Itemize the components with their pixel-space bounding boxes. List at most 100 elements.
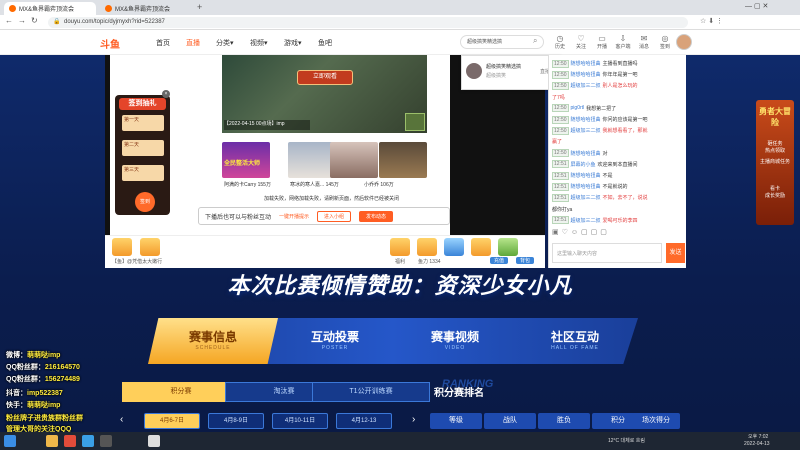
tab-voting[interactable]: 互动投票 POSTER bbox=[280, 318, 390, 364]
next-arrow-icon[interactable]: › bbox=[412, 414, 415, 425]
reload-button[interactable]: ↻ bbox=[31, 16, 38, 25]
chat-message: 12:50 超级加三二叔 别人是怎么玩的 bbox=[552, 80, 684, 91]
chat-nickname[interactable]: pig0rtl bbox=[571, 105, 585, 111]
search-input[interactable]: 超级搞笑精选搞 bbox=[460, 35, 544, 49]
promo-card[interactable]: 勇者大冒险 砸任务 热点领取 主播商城任务 看卡 成长奖励 bbox=[756, 100, 794, 225]
chat-text: 你年年是第一吧 bbox=[602, 72, 638, 79]
follow-icon[interactable]: ♡ 关注 bbox=[571, 34, 591, 50]
douyu-favicon-icon bbox=[105, 5, 112, 12]
send-button[interactable]: 发送 bbox=[666, 243, 685, 263]
message-icon[interactable]: ✉ 消息 bbox=[634, 34, 654, 50]
tab-schedule[interactable]: 赛事信息 SCHEDULE bbox=[148, 318, 278, 364]
app-icon[interactable] bbox=[100, 435, 112, 447]
date-tab[interactable]: 4月12-13 bbox=[336, 413, 392, 429]
url-input[interactable]: douyu.com/topic/dyjmyxh?rid=522387 bbox=[48, 17, 688, 28]
subtab-training[interactable]: T1公开训练赛 bbox=[312, 382, 430, 402]
history-icon[interactable]: ◷ 历史 bbox=[550, 34, 570, 50]
chat-nickname[interactable]: 超级加三二叔 bbox=[571, 82, 601, 89]
recommend-thumb[interactable] bbox=[288, 142, 336, 178]
close-icon[interactable]: × bbox=[162, 90, 170, 98]
join-group-button[interactable]: 进入小组 bbox=[317, 210, 352, 222]
start-icon[interactable] bbox=[4, 435, 16, 447]
new-tab-button[interactable]: + bbox=[197, 2, 202, 12]
app-icon[interactable] bbox=[148, 435, 160, 447]
chat-nickname[interactable]: 随想哈哈扭曲 bbox=[571, 60, 601, 67]
chat-nickname[interactable]: 随想哈哈扭曲 bbox=[571, 116, 601, 123]
gift-icon[interactable] bbox=[498, 238, 518, 256]
chat-timestamp: 12:50 bbox=[552, 115, 569, 124]
welfare-label[interactable]: 福利 bbox=[395, 258, 405, 265]
chat-message: 12:51 随想哈哈扭曲 不是就说的 bbox=[552, 181, 684, 192]
backpack-button[interactable]: 背包 bbox=[516, 257, 535, 264]
clock-time[interactable]: 오후 7:02 bbox=[748, 433, 768, 440]
sign-day-row[interactable]: 第二天 bbox=[122, 140, 164, 156]
recharge-button[interactable]: 充值 bbox=[490, 257, 509, 264]
tab-video[interactable]: 赛事视频 VIDEO bbox=[400, 318, 510, 364]
search-icon[interactable]: ⌕ bbox=[533, 36, 537, 46]
recommend-thumb[interactable] bbox=[379, 142, 427, 178]
chat-nickname[interactable]: 随想哈哈扭曲 bbox=[571, 183, 601, 190]
date-tab[interactable]: 4月10-11日 bbox=[272, 413, 328, 429]
chat-message: 12:51 超级加三二叔 不如，去不了，说说 bbox=[552, 192, 684, 203]
nav-live[interactable]: 直播 bbox=[186, 38, 200, 48]
chat-message: 12:51 随想哈哈扭曲 不是 bbox=[552, 170, 684, 181]
lock-icon: 🔒 bbox=[53, 19, 61, 25]
gift-icon[interactable] bbox=[471, 238, 491, 256]
chat-nickname[interactable]: 超级加三二叔 bbox=[571, 217, 601, 224]
subtab-points[interactable]: 积分赛 bbox=[122, 382, 240, 402]
nav-category[interactable]: 分类▾ bbox=[216, 38, 234, 48]
gift-icon[interactable] bbox=[444, 238, 464, 256]
back-button[interactable]: ← bbox=[5, 16, 13, 25]
date-tab[interactable]: 4月8-9日 bbox=[208, 413, 264, 429]
nav-home[interactable]: 首页 bbox=[156, 38, 170, 48]
prev-arrow-icon[interactable]: ‹ bbox=[120, 414, 123, 425]
post-update-button[interactable]: 发布动态 bbox=[359, 210, 394, 222]
tab-community[interactable]: 社区互动 HALL OF FAME bbox=[520, 318, 630, 364]
broadcast-icon[interactable]: ▭ 开播 bbox=[592, 34, 612, 50]
date-tab[interactable]: 4月6-7日 bbox=[144, 413, 200, 429]
chat-timestamp: 12:50 bbox=[552, 149, 569, 158]
browser-tab-active[interactable]: MX&鱼界霸弈顶流会 bbox=[4, 2, 96, 15]
sign-in-button[interactable]: 签到 bbox=[135, 192, 155, 212]
recommend-thumb[interactable] bbox=[330, 142, 378, 178]
room-info: 【鱼】@凭借太大嫩行 bbox=[112, 259, 163, 265]
chat-timestamp: 12:50 bbox=[552, 70, 569, 79]
gift-icon[interactable] bbox=[390, 238, 410, 256]
sign-day-row[interactable]: 第三天 bbox=[122, 165, 164, 181]
edge-icon[interactable] bbox=[82, 435, 94, 447]
weather-readout[interactable]: 12°C 대체로 흐림 bbox=[608, 437, 645, 444]
rank-col-level: 等级 bbox=[430, 413, 482, 429]
chat-nickname[interactable]: 随想哈哈扭曲 bbox=[571, 172, 601, 179]
chat-nickname[interactable]: 随想哈哈扭曲 bbox=[571, 150, 601, 157]
nav-yuba[interactable]: 鱼吧 bbox=[318, 38, 332, 48]
forward-button[interactable]: → bbox=[18, 16, 26, 25]
dropdown-name[interactable]: 超级搞笑精选搞 bbox=[486, 63, 521, 70]
explorer-icon[interactable] bbox=[46, 435, 58, 447]
avatar[interactable] bbox=[676, 34, 692, 50]
chat-nickname[interactable]: 超级加三二叔 bbox=[571, 127, 601, 134]
browser-tab[interactable]: MX&鱼界霸弈顶流会 bbox=[100, 2, 192, 15]
chat-nickname[interactable]: 屏幕的小鱼 bbox=[571, 161, 596, 168]
gift-icon[interactable] bbox=[140, 238, 160, 256]
chat-nickname[interactable]: 超级加三二叔 bbox=[571, 194, 601, 201]
tab-title: MX&鱼界霸弈顶流会 bbox=[115, 7, 171, 13]
toast-link[interactable]: 一键开播提示 bbox=[279, 213, 309, 220]
chat-nickname[interactable]: 随想哈哈扭曲 bbox=[571, 71, 601, 78]
gift-icon[interactable] bbox=[417, 238, 437, 256]
chat-tools[interactable]: ▣♡☺▢▢▢ bbox=[552, 228, 610, 236]
chat-input[interactable]: 这里输入聊天内容 bbox=[552, 243, 662, 263]
chat-timestamp: 12:50 bbox=[552, 126, 569, 135]
sign-day-row[interactable]: 第一天 bbox=[122, 115, 164, 131]
chrome-icon[interactable] bbox=[64, 435, 76, 447]
nav-video[interactable]: 视频▾ bbox=[250, 38, 268, 48]
avatar[interactable] bbox=[466, 63, 482, 79]
client-icon[interactable]: ⇩ 客户端 bbox=[613, 34, 633, 50]
window-controls[interactable]: — ▢ ✕ bbox=[745, 2, 768, 10]
reward-icon[interactable]: ◎ 签到 bbox=[655, 34, 675, 50]
chat-message: 12:51 超级加三二叔 爱喝可乐的李四 bbox=[552, 215, 684, 226]
gift-icon[interactable] bbox=[112, 238, 132, 256]
browser-toolbar-icons[interactable]: ☆ ⬇ ⋮ bbox=[700, 17, 723, 25]
watch-now-button[interactable]: 立即观看 bbox=[297, 70, 353, 85]
douyu-logo[interactable]: 斗鱼 bbox=[100, 36, 120, 51]
nav-games[interactable]: 游戏▾ bbox=[284, 38, 302, 48]
